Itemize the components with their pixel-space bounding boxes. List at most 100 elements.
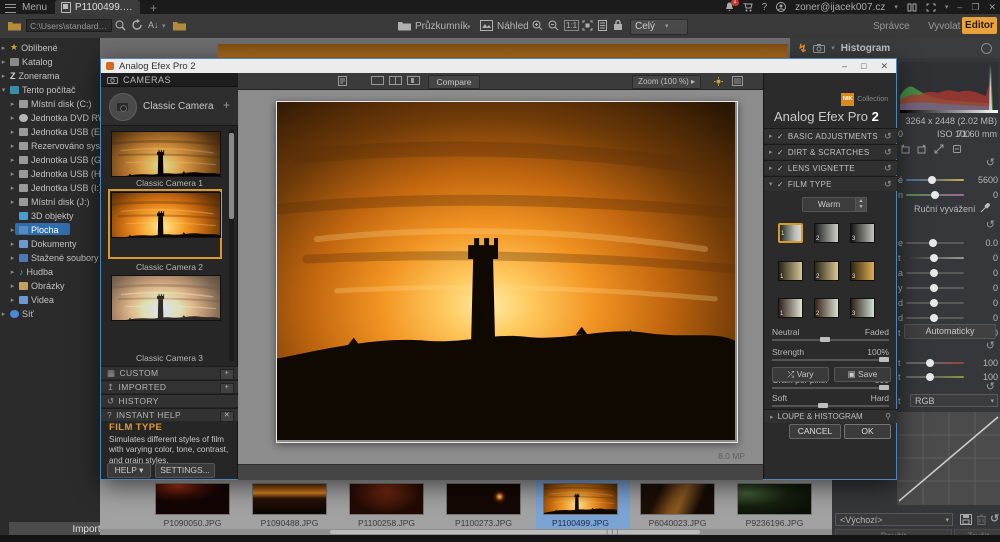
rotate-right-icon[interactable] (916, 144, 927, 154)
label-flag-icon[interactable] (952, 144, 962, 154)
film-swatch-1-3[interactable]: 3 (850, 223, 875, 243)
zoom-mode-select[interactable]: Celý ▾ (630, 19, 688, 35)
filmstrip-scrollbar-handle[interactable] (330, 530, 700, 534)
manual-wb-label[interactable]: Ruční vyvážení (914, 204, 976, 214)
folder-up-icon[interactable] (8, 20, 21, 31)
sort-icon[interactable]: A↓ (148, 20, 159, 30)
fullscreen-dropdown-icon[interactable]: ▾ (945, 3, 949, 11)
view-split-icon[interactable] (389, 76, 402, 85)
explorer-mode-icon[interactable] (398, 20, 411, 31)
panel-settings-icon[interactable] (981, 43, 992, 54)
dialog-close-button[interactable]: ✕ (880, 61, 888, 72)
zoom-100-icon[interactable]: 1:1 (564, 20, 579, 31)
filmstrip-thumb-1[interactable] (155, 483, 230, 515)
refresh-icon[interactable] (131, 19, 143, 31)
close-button[interactable]: ✕ (988, 2, 996, 13)
help-button[interactable]: HELP ▾ (107, 463, 151, 478)
lightning-icon[interactable]: ↯ (798, 42, 807, 55)
panel-dropdown-icon[interactable]: ▾ (831, 44, 835, 52)
wb-tint-slider[interactable]: n 0 (898, 189, 998, 201)
tone-slider-1[interactable]: e0.0 (898, 237, 998, 249)
curve-reset-icon[interactable]: ↺ (986, 380, 995, 393)
film-preset-spinner[interactable]: ▲▼ (855, 197, 867, 212)
reset-icon[interactable]: ↺ (884, 179, 892, 190)
preset-select[interactable]: <Výchozí> ▾ (835, 513, 953, 526)
instant-help-close-button[interactable]: ✕ (220, 411, 234, 422)
sidebar-item-usb-g[interactable]: ▸Jednotka USB (G:) (0, 153, 100, 166)
film-swatch-1-2[interactable]: 2 (814, 223, 839, 243)
tone-slider-6[interactable]: d0 (898, 312, 998, 324)
sidebar-item-stazene-soubory[interactable]: ▸Stažené soubory (0, 251, 100, 264)
preview-photo[interactable] (276, 101, 738, 443)
help-icon[interactable]: ? (762, 2, 768, 13)
sidebar-item-dokumenty[interactable]: ▸Dokumenty (0, 237, 100, 250)
sidebar-item-videa[interactable]: ▸Videa (0, 293, 100, 306)
save-button[interactable]: ▣ Save (834, 367, 891, 382)
reset-icon[interactable]: ↺ (884, 163, 892, 174)
menu-button[interactable]: Menu (22, 2, 47, 13)
film-swatch-2-2[interactable]: 2 (814, 261, 839, 281)
dialog-restore-button[interactable]: □ (861, 61, 866, 71)
film-swatch-3-1[interactable]: 1 (778, 298, 803, 318)
sidebar-item-rezervovano[interactable]: ▸Rezervováno systémem ( (0, 139, 100, 152)
background-color-icon[interactable] (732, 76, 743, 86)
preset-thumb-classic-2[interactable] (111, 192, 221, 238)
ok-button[interactable]: OK (844, 424, 891, 439)
sidebar-item-hudba[interactable]: ▸♪Hudba (0, 265, 100, 278)
loupe-histogram-section[interactable]: ▸LOUPE & HISTOGRAM⚲ (764, 409, 897, 423)
film-swatch-3-3[interactable]: 3 (850, 298, 875, 318)
sidebar-item-disk-j[interactable]: ▸Místní disk (J:) (0, 195, 100, 208)
path-input[interactable]: C:\Users\standard\Desktop\...\cz-sk (26, 19, 112, 32)
new-tab-button[interactable]: + (150, 1, 157, 15)
film-swatch-2-1[interactable]: 1 (778, 261, 803, 281)
new-folder-icon[interactable] (173, 20, 186, 31)
camera-list-scrollbar-handle[interactable] (229, 133, 234, 219)
settings-button[interactable]: SETTINGS... (155, 463, 215, 478)
section-lens-vignette[interactable]: ▸✓LENS VIGNETTE↺ (764, 160, 897, 175)
camera-type-card[interactable]: Classic Camera + (101, 87, 238, 126)
cancel-button[interactable]: CANCEL (789, 424, 841, 439)
section-dirt-scratches[interactable]: ▸✓DIRT & SCRATCHES↺ (764, 144, 897, 159)
reset-icon[interactable]: ↺ (884, 147, 892, 158)
nav-editor-button[interactable]: Editor (962, 17, 997, 34)
view-side-by-side-icon[interactable] (407, 76, 420, 85)
preset-thumb-classic-3[interactable] (111, 275, 221, 321)
strength-slider[interactable]: Strength100% (772, 347, 889, 367)
sidebar-item-disk-c[interactable]: ▸Místní disk (C:) (0, 97, 100, 110)
brightness-icon[interactable] (714, 77, 723, 86)
saturation-slider[interactable]: t100 (898, 371, 998, 383)
pages-view-icon[interactable] (598, 20, 607, 31)
vary-button[interactable]: ⤮ Vary (772, 367, 829, 382)
filmstrip-thumb-2[interactable] (252, 483, 327, 515)
compare-button[interactable]: Compare (428, 75, 480, 89)
minimize-button[interactable]: – (957, 2, 962, 12)
tone-curve[interactable] (897, 412, 1000, 505)
preset-save-icon[interactable] (960, 514, 972, 525)
wb-reset-icon[interactable]: ↺ (986, 156, 995, 169)
account-avatar-icon[interactable] (776, 2, 786, 12)
filmstrip-thumb-5-selected[interactable] (543, 483, 618, 515)
export-list-icon[interactable] (338, 76, 349, 86)
add-camera-button[interactable]: + (223, 98, 230, 112)
explorer-dropdown-icon[interactable]: ▾ (467, 23, 471, 31)
reset-icon[interactable]: ↺ (884, 131, 892, 142)
zoom-out-icon[interactable] (548, 20, 559, 31)
sidebar-item-plocha[interactable]: ▸Plocha (0, 223, 100, 236)
sidebar-item-tento-pocitac[interactable]: ▾Tento počítač (0, 83, 100, 96)
zoom-in-icon[interactable] (532, 20, 543, 31)
restore-button[interactable]: ❐ (971, 2, 979, 13)
cart-icon[interactable] (743, 3, 753, 12)
dialog-titlebar[interactable]: Analog Efex Pro 2 (101, 59, 896, 73)
camera-info-icon[interactable] (813, 44, 825, 53)
sidebar-item-3d-objekty[interactable]: 3D objekty (0, 209, 100, 222)
account-dropdown-icon[interactable]: ▾ (894, 3, 898, 11)
preset-delete-icon[interactable] (977, 514, 986, 525)
explorer-mode-label[interactable]: Průzkumník (415, 21, 468, 32)
tone-slider-3[interactable]: a0 (898, 267, 998, 279)
section-imported[interactable]: ↥IMPORTED+ (101, 380, 238, 393)
saturation-reset-icon[interactable]: ↺ (986, 339, 995, 352)
nav-develop[interactable]: Vyvolat (928, 21, 960, 32)
section-instant-help[interactable]: ?INSTANT HELP✕ (101, 408, 238, 421)
lock-icon[interactable] (613, 19, 623, 31)
zoom-level-button[interactable]: Zoom (100 %) ▸ (632, 75, 701, 89)
